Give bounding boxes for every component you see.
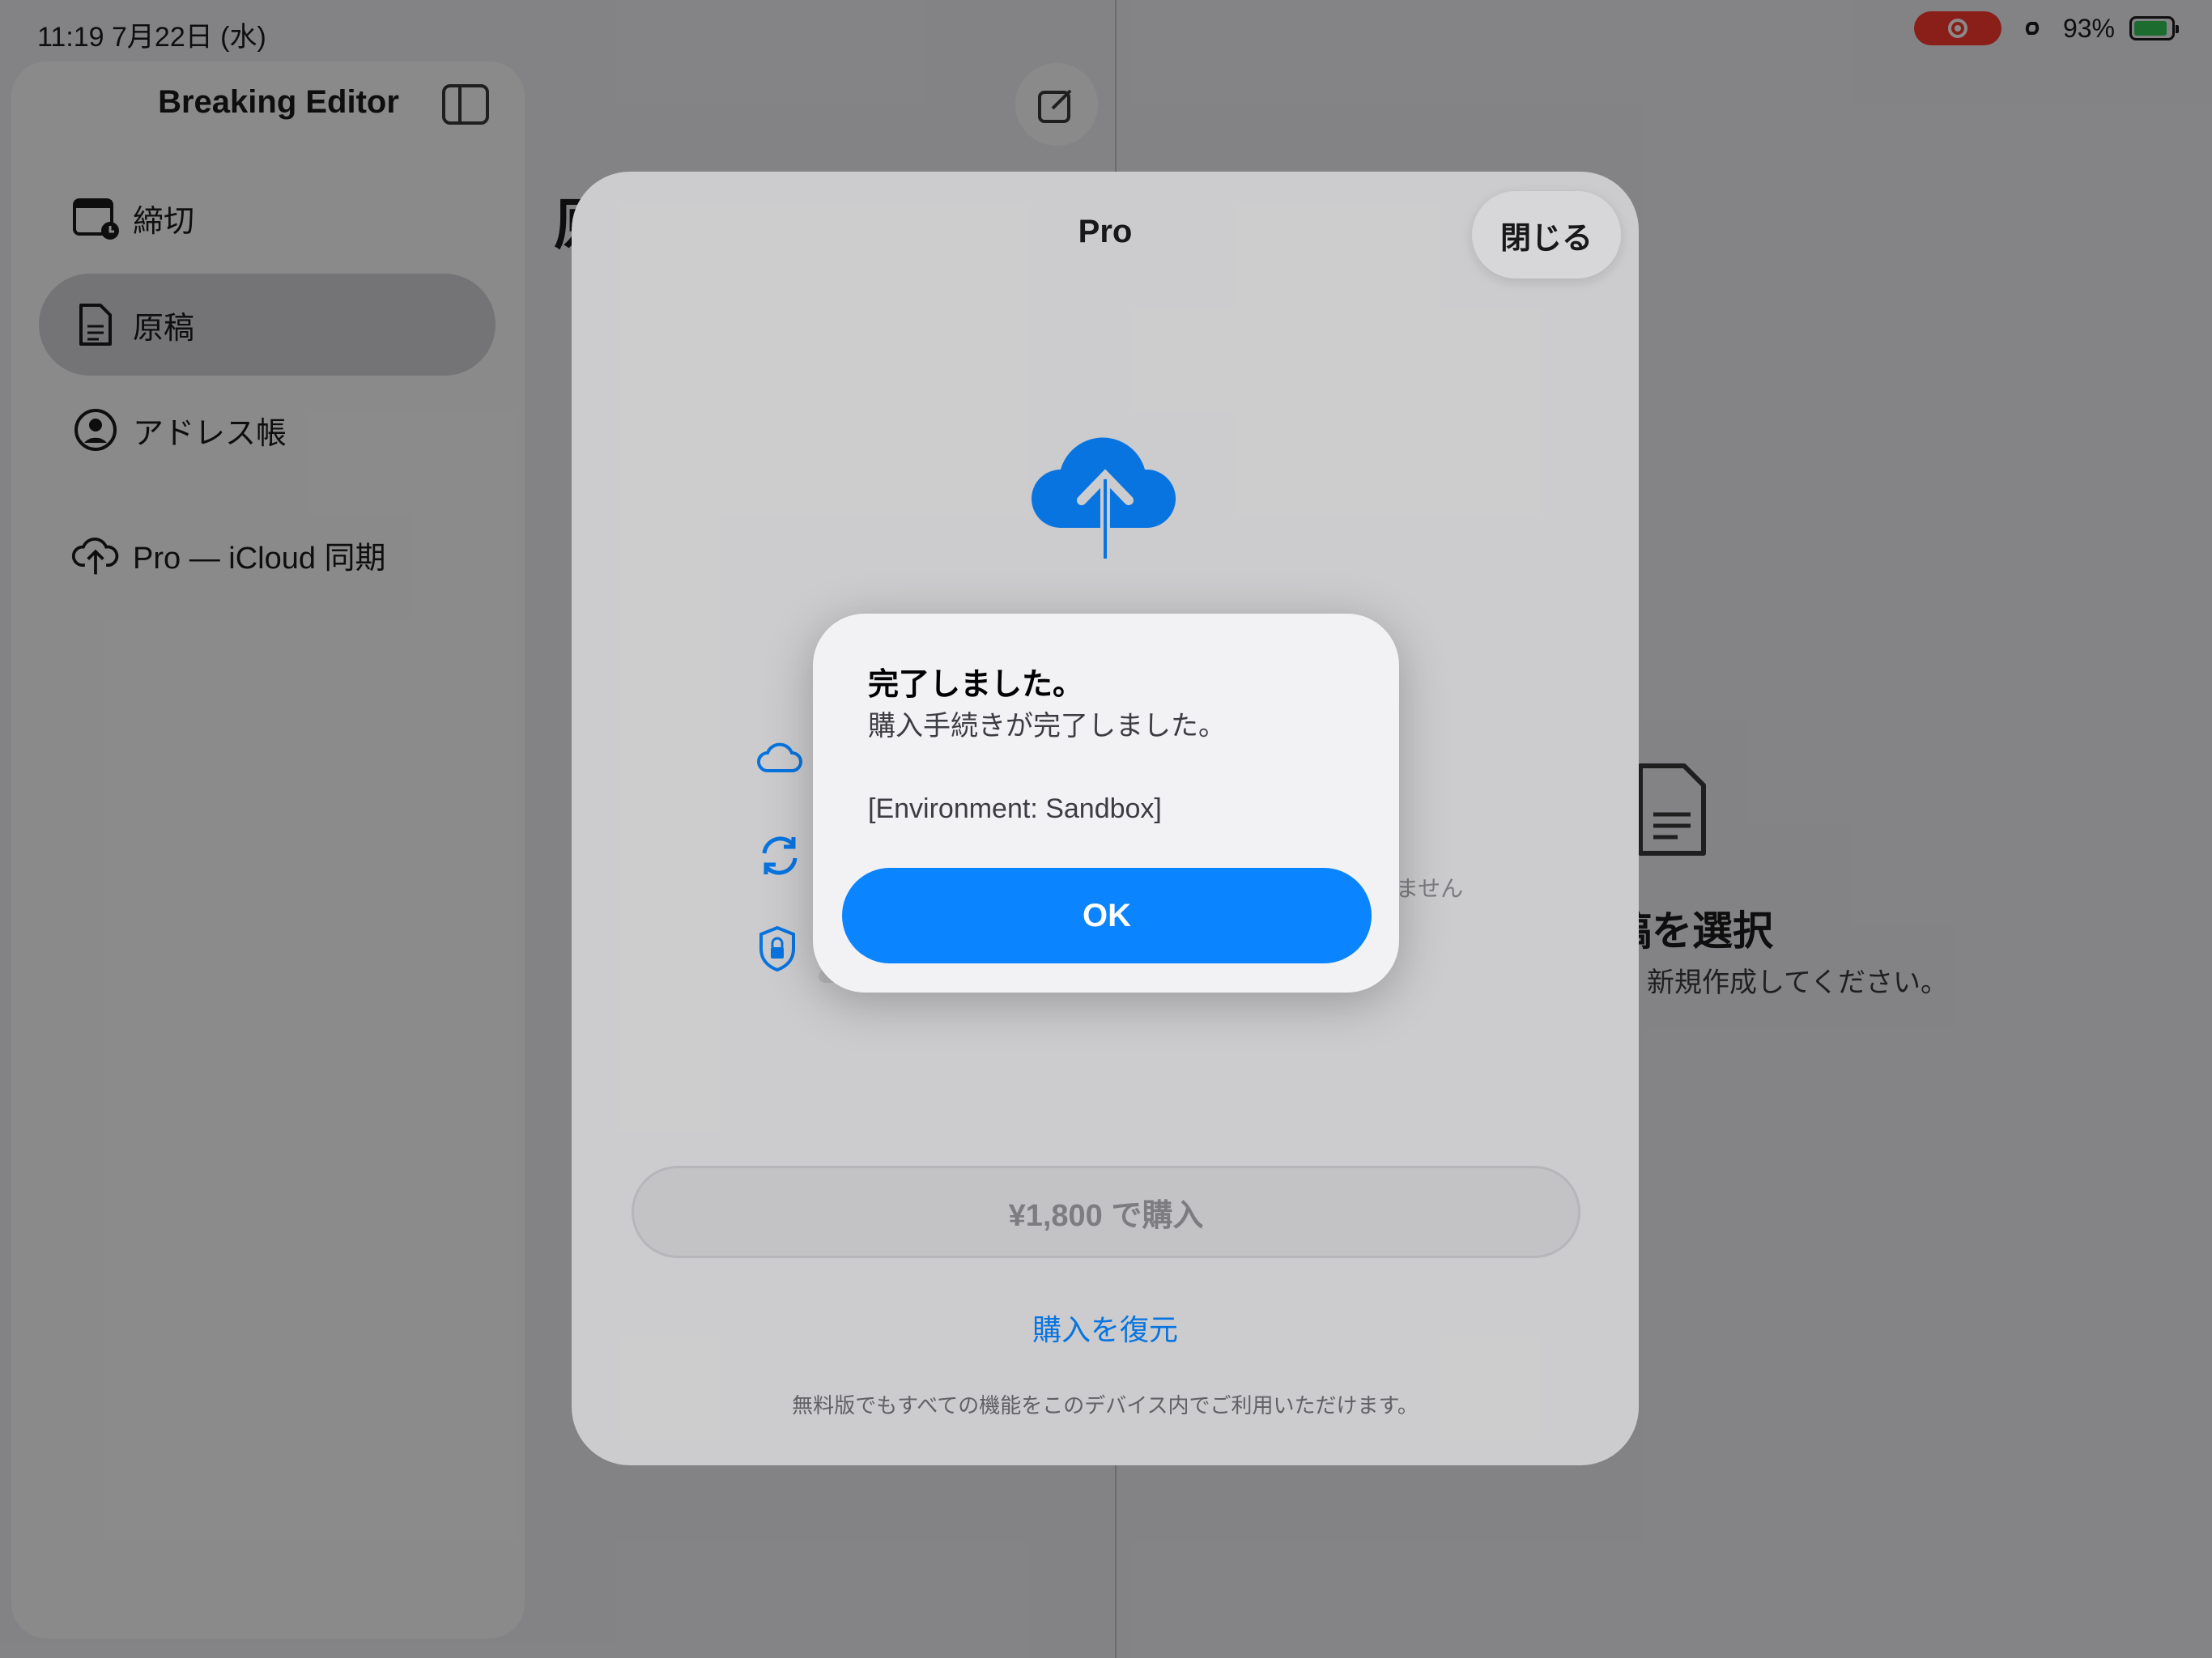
alert-message: 購入手続きが完了しました。 — [868, 711, 1226, 742]
alert-title: 完了しました。 — [868, 668, 1084, 702]
alert-environment: [Environment: Sandbox] — [868, 793, 1162, 824]
ok-button[interactable]: OK — [842, 868, 1372, 963]
purchase-complete-alert: 完了しました。 購入手続きが完了しました。 [Environment: Sand… — [813, 614, 1399, 993]
